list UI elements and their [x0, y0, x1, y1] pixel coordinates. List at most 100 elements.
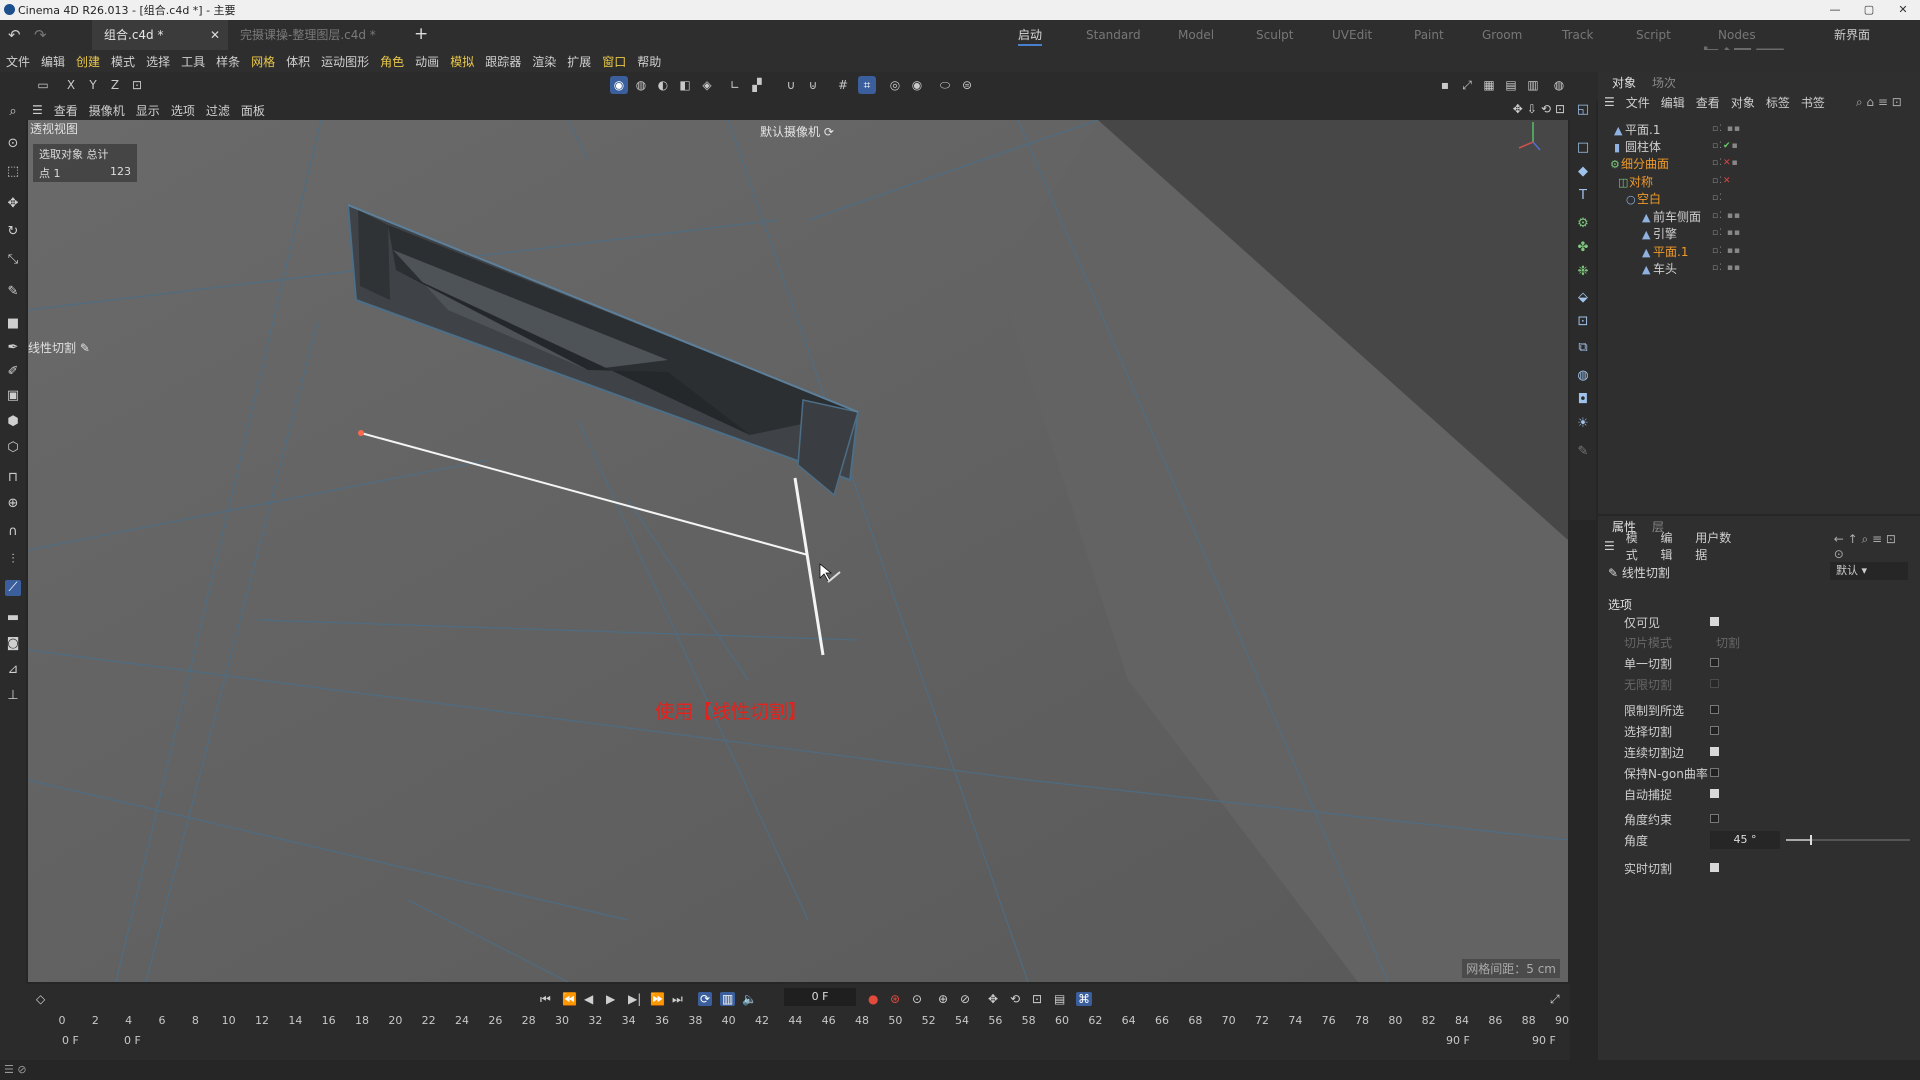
prev-frame-icon[interactable]: ◀	[584, 992, 593, 1006]
scale-icon[interactable]: ⤡	[5, 252, 21, 268]
cube-primitive-icon[interactable]: □	[1575, 140, 1591, 156]
angle-slider-knob[interactable]	[1809, 835, 1812, 845]
rect-selection-icon[interactable]: ⬚	[5, 164, 21, 180]
menu-simulate[interactable]: 模拟	[450, 53, 474, 70]
menu-mode[interactable]: 模式	[111, 53, 135, 70]
add-tab-button[interactable]: +	[414, 24, 428, 44]
axis-mode-icon[interactable]: ∟	[726, 76, 744, 94]
object-menu-view[interactable]: 查看	[1696, 94, 1720, 111]
layout-model[interactable]: Model	[1178, 20, 1214, 50]
object-row[interactable]: ▲ 前车侧面	[1642, 208, 1701, 226]
option-select-cuts-checkbox[interactable]	[1710, 726, 1719, 735]
maximize-button[interactable]: ▢	[1852, 0, 1886, 20]
axis-z-button[interactable]: Z	[106, 76, 124, 94]
motion-clip-icon[interactable]: ▤	[1054, 992, 1065, 1006]
tag-icon[interactable]: ⬙	[1575, 290, 1591, 306]
range-start[interactable]: 0 F	[62, 1034, 79, 1047]
object-search-icon[interactable]: ⌕ ⌂ ≡ ⊡	[1856, 95, 1902, 110]
option-visible-only-checkbox[interactable]	[1710, 617, 1719, 626]
menu-character[interactable]: 角色	[380, 53, 404, 70]
pen-icon[interactable]: ✒	[5, 340, 21, 356]
edit-render-settings-icon[interactable]: ▥	[1524, 76, 1542, 94]
object-flags[interactable]: ▫⁚ ▪▪	[1712, 211, 1741, 221]
option-infinite-cut-checkbox[interactable]	[1710, 679, 1719, 688]
spline-pen-icon[interactable]: ✎	[5, 284, 21, 300]
object-flags[interactable]: ▫⁚ ▪▪	[1712, 124, 1741, 134]
layout-track[interactable]: Track	[1562, 20, 1593, 50]
perspective-viewport[interactable]: 透视视图 选取对象 总计 点 1 123 默认摄像机 ⟳ 线性切割 ✎ 使用【线…	[28, 120, 1568, 982]
layout-new-interface[interactable]: 新界面	[1834, 20, 1870, 50]
layout-startup[interactable]: 启动	[1018, 20, 1043, 50]
key-selection-icon[interactable]: ⊙	[912, 992, 922, 1006]
cube-solid-icon[interactable]: ◆	[1575, 164, 1591, 180]
points-mode-icon[interactable]: ◐	[654, 76, 672, 94]
key-position-icon[interactable]: ⊕	[938, 992, 948, 1006]
object-menu-edit[interactable]: 编辑	[1661, 94, 1685, 111]
polygon-pen-icon[interactable]: ◙	[5, 636, 21, 652]
render-settings-icon[interactable]: ▤	[1502, 76, 1520, 94]
timeline-settings-icon[interactable]: ⌘	[1076, 992, 1092, 1006]
option-auto-snap-checkbox[interactable]	[1710, 789, 1719, 798]
object-menu-icon[interactable]: ☰	[1604, 95, 1615, 109]
angle-slider[interactable]	[1786, 835, 1910, 845]
viewport-nav-icons[interactable]: ✥⇩⟲⊡	[1513, 102, 1569, 116]
weld-icon[interactable]: ⊕	[5, 496, 21, 512]
play-icon[interactable]: ▶	[606, 992, 615, 1006]
key-pla-icon[interactable]: ⊡	[1032, 992, 1042, 1006]
menu-create[interactable]: 创建	[76, 53, 100, 70]
attr-nav-icons[interactable]: ← ↑ ⌕ ≡ ⊡ ⊙	[1834, 532, 1909, 561]
object-flags[interactable]: ▫⁚ ▪▪	[1712, 228, 1741, 238]
brush-icon[interactable]: ✐	[5, 364, 21, 380]
snap-settings-icon[interactable]: ⊍	[804, 76, 822, 94]
option-restrict-selection-checkbox[interactable]	[1710, 705, 1719, 714]
viewport-menu-panel[interactable]: 面板	[241, 102, 265, 119]
perspective-view-icon[interactable]: ◱	[1575, 102, 1591, 118]
object-row[interactable]: ▲ 引擎	[1642, 225, 1677, 243]
redo-icon[interactable]: ↷	[34, 26, 47, 44]
axis-x-button[interactable]: X	[62, 76, 80, 94]
tab-inactive-document[interactable]: 完摄课操-整理图层.c4d *	[228, 20, 408, 50]
polygons-mode-icon[interactable]: ◈	[698, 76, 716, 94]
object-row[interactable]: ▮ 圆柱体	[1614, 138, 1661, 156]
move-icon[interactable]: ✥	[5, 196, 21, 212]
object-menu-object[interactable]: 对象	[1731, 94, 1755, 111]
object-flags[interactable]: ▫⁚✔▪	[1712, 141, 1739, 151]
layout-sculpt[interactable]: Sculpt	[1256, 20, 1293, 50]
key-scale-icon[interactable]: ✥	[988, 992, 998, 1006]
edges-mode-icon[interactable]: ◧	[676, 76, 694, 94]
range-start-preview[interactable]: 0 F	[124, 1034, 141, 1047]
render-active-icon[interactable]: ⤢	[1458, 76, 1476, 94]
text-icon[interactable]: T	[1575, 188, 1591, 204]
workplane-tool-icon[interactable]: ⊥	[5, 688, 21, 704]
minimize-button[interactable]: —	[1818, 0, 1852, 20]
magnet-tool-icon[interactable]: ∩	[5, 524, 21, 540]
cloner-icon[interactable]: ✤	[1575, 240, 1591, 256]
deformer-icon[interactable]: ⧉	[1575, 340, 1591, 356]
object-flags[interactable]: ▫⁚✕	[1712, 176, 1732, 186]
option-angle-constraint-checkbox[interactable]	[1710, 814, 1719, 823]
autokey-icon[interactable]: ⊛	[890, 992, 900, 1006]
loop-icon[interactable]: ⟳	[698, 992, 713, 1006]
texture-mode-icon[interactable]: ◍	[632, 76, 650, 94]
object-row[interactable]: ◫对称	[1618, 173, 1653, 191]
attr-menu-userdata[interactable]: 用户数据	[1695, 529, 1742, 563]
effector-icon[interactable]: ❉	[1575, 264, 1591, 280]
field-icon[interactable]: ⊡	[1575, 314, 1591, 330]
menu-volume[interactable]: 体积	[286, 53, 310, 70]
null-object-icon[interactable]: ▭	[34, 76, 52, 94]
camera-object-icon[interactable]: ◘	[1575, 392, 1591, 408]
range-end-preview[interactable]: 90 F	[1446, 1034, 1470, 1047]
layout-paint[interactable]: Paint	[1414, 20, 1444, 50]
object-menu-tags[interactable]: 标签	[1766, 94, 1790, 111]
attr-menu-icon[interactable]: ☰	[1604, 539, 1615, 553]
cube-orange-icon[interactable]: ■	[5, 316, 21, 332]
viewport-menu-display[interactable]: 显示	[136, 102, 160, 119]
camera-label[interactable]: 默认摄像机 ⟳	[760, 123, 834, 140]
environment-icon[interactable]: ◍	[1575, 368, 1591, 384]
measure-icon[interactable]: ⊿	[5, 662, 21, 678]
symmetry-icon[interactable]: ⊜	[958, 76, 976, 94]
key-rotation-icon[interactable]: ⊘	[960, 992, 970, 1006]
record-icon[interactable]: ●	[868, 992, 878, 1006]
menu-spline[interactable]: 样条	[216, 53, 240, 70]
object-flags[interactable]: ▫⁚ ▪▪	[1712, 246, 1741, 256]
